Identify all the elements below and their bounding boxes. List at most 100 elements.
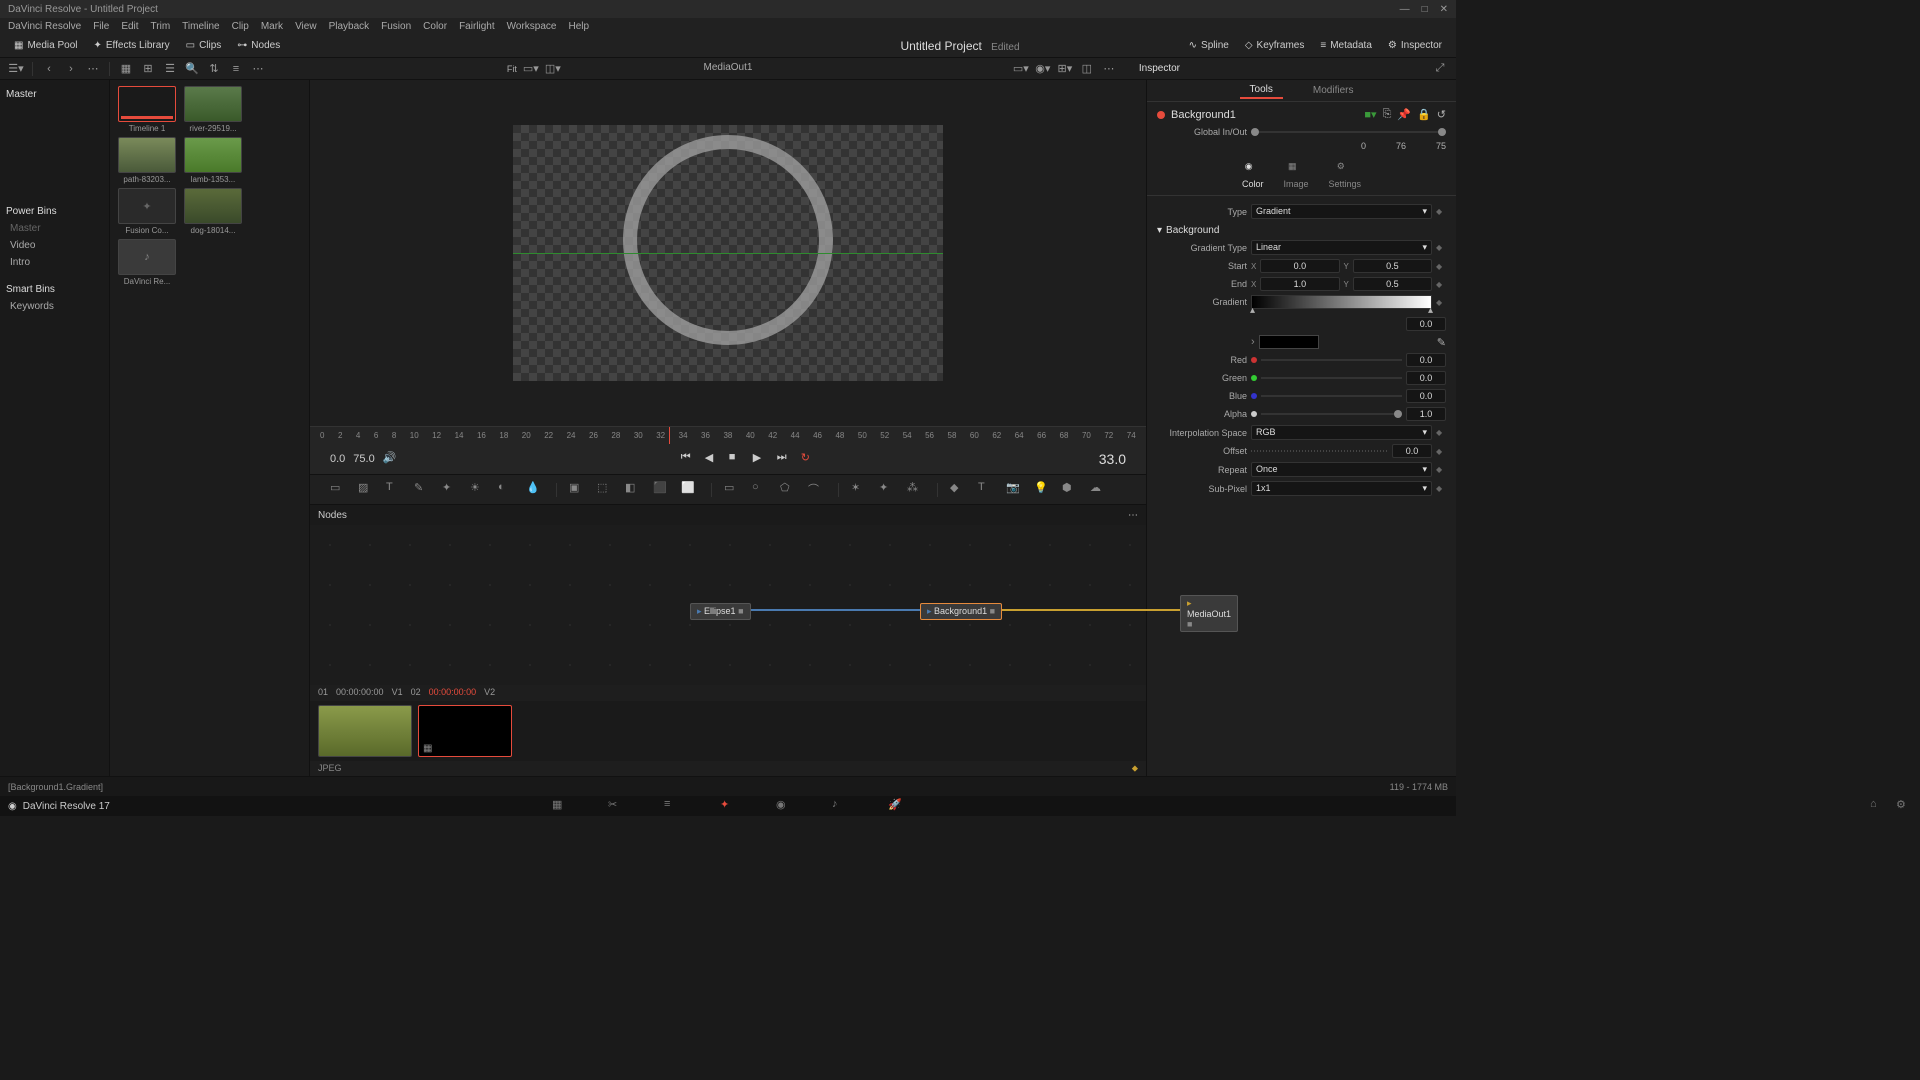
menu-clip[interactable]: Clip [232,21,249,32]
crop-tool-icon[interactable]: ⬜ [681,481,699,499]
global-inout-slider[interactable] [1251,131,1446,133]
keyframe-diamond-icon[interactable]: ◆ [1436,298,1446,307]
node-enable-icon[interactable]: ■▾ [1364,108,1376,121]
clip-path[interactable]: path-83203... [116,137,178,184]
viewer-dual-icon[interactable]: ◫ [1079,61,1095,77]
play-icon[interactable]: ▶ [753,451,769,467]
loop-icon[interactable]: ↻ [801,451,817,467]
green-slider[interactable] [1261,377,1402,379]
gradient-stop-left[interactable]: ▴ [1250,305,1255,316]
playhead[interactable] [669,427,670,444]
inspector-button[interactable]: ⚙ Inspector [1382,38,1448,53]
effects-library-button[interactable]: ✦ Effects Library [87,38,175,53]
color-swatch[interactable] [1259,335,1319,349]
ellipse-mask-icon[interactable]: ○ [752,481,770,499]
clip-river[interactable]: river-29519... [182,86,244,133]
blue-input[interactable]: 0.0 [1406,389,1446,403]
prender-tool-icon[interactable]: ✦ [879,481,897,499]
fusion-page-icon[interactable]: ✦ [720,798,736,814]
node-background1[interactable]: ▸ Background1 ■ [920,603,1002,620]
menu-edit[interactable]: Edit [121,21,138,32]
viewer-layout-icon[interactable]: ▭▾ [523,61,539,77]
paint-tool-icon[interactable]: ✎ [414,481,432,499]
menu-mark[interactable]: Mark [261,21,283,32]
nodes-button[interactable]: ⊶ Nodes [231,38,286,53]
fairlight-page-icon[interactable]: ♪ [832,798,848,814]
light3d-tool-icon[interactable]: 💡 [1034,481,1052,499]
brightness-tool-icon[interactable]: ☀ [470,481,488,499]
tracker-tool-icon[interactable]: ✦ [442,481,460,499]
cut-page-icon[interactable]: ✂ [608,798,624,814]
clips-button[interactable]: ▭ Clips [180,38,228,53]
filter-icon[interactable]: ≡ [228,61,244,77]
menu-help[interactable]: Help [568,21,589,32]
menu-color[interactable]: Color [423,21,447,32]
menu-timeline[interactable]: Timeline [182,21,219,32]
smart-bins-header[interactable]: Smart Bins [0,281,109,298]
tab-tools[interactable]: Tools [1240,82,1283,99]
stop-icon[interactable]: ■ [729,451,745,467]
green-input[interactable]: 0.0 [1406,371,1446,385]
clip-thumb-2[interactable]: ▦ [418,705,512,757]
gradient-pos-input[interactable]: 0.0 [1406,317,1446,331]
repeat-dropdown[interactable]: Once ▾ [1251,462,1432,477]
red-slider[interactable] [1261,359,1402,361]
subpixel-dropdown[interactable]: 1x1 ▾ [1251,481,1432,496]
media-page-icon[interactable]: ▦ [552,798,568,814]
gradient-guide-line[interactable] [513,253,943,254]
subtab-settings[interactable]: ⚙Settings [1329,161,1362,189]
viewer-menu-icon[interactable]: ⋯ [1101,61,1117,77]
step-back-icon[interactable]: ◀ [705,451,721,467]
menu-fusion[interactable]: Fusion [381,21,411,32]
keyframes-button[interactable]: ◇ Keyframes [1239,38,1311,53]
merge3d-tool-icon[interactable]: ☁ [1090,481,1108,499]
power-bins-header[interactable]: Power Bins [0,203,109,220]
gradient-stop-right[interactable]: ▴ [1428,305,1433,316]
text3d-tool-icon[interactable]: T [978,481,996,499]
bin-keywords[interactable]: Keywords [0,298,109,315]
keyframe-diamond-icon[interactable]: ◆ [1436,243,1446,252]
nav-forward-icon[interactable]: › [63,61,79,77]
viewer-single-icon[interactable]: ▭▾ [1013,61,1029,77]
viewer-split-icon[interactable]: ◫▾ [545,61,561,77]
alpha-input[interactable]: 1.0 [1406,407,1446,421]
nodes-graph[interactable]: ▸ Ellipse1 ■ ▸ Background1 ■ ▸ MediaOut1… [310,525,1146,685]
menu-davinci[interactable]: DaVinci Resolve [8,21,81,32]
end-x-input[interactable]: 1.0 [1260,277,1339,291]
bin-master[interactable]: Master [0,220,109,237]
viewer-grid-icon[interactable]: ⊞▾ [1057,61,1073,77]
last-frame-icon[interactable]: ⏭ [777,451,793,467]
keyframe-diamond-icon[interactable]: ◆ [1436,280,1446,289]
gradient-type-dropdown[interactable]: Linear ▾ [1251,240,1432,255]
menu-playback[interactable]: Playback [329,21,370,32]
gradient-editor[interactable]: ▴ ▴ [1251,295,1432,309]
deliver-page-icon[interactable]: 🚀 [888,798,904,814]
shape3d-tool-icon[interactable]: ◆ [950,481,968,499]
eyedropper-icon[interactable]: ✎ [1437,336,1446,349]
text-tool-icon[interactable]: T [386,481,404,499]
clip-thumb-1[interactable] [318,705,412,757]
timeline-ruler[interactable]: 0246810121416182022242628303234363840424… [310,426,1146,444]
blue-slider[interactable] [1261,395,1402,397]
node-lock-icon[interactable]: 🔒 [1417,108,1431,121]
bin-video[interactable]: Video [0,237,109,254]
nav-back-icon[interactable]: ‹ [41,61,57,77]
keyframe-diamond-icon[interactable]: ◆ [1436,447,1446,456]
list-dropdown-icon[interactable]: ☰▾ [8,61,24,77]
speaker-icon[interactable]: 🔊 [383,451,399,467]
keyframe-diamond-icon[interactable]: ◆ [1436,207,1446,216]
end-y-input[interactable]: 0.5 [1353,277,1432,291]
background-section[interactable]: ▾ Background [1157,225,1446,236]
menu-trim[interactable]: Trim [151,21,171,32]
close-icon[interactable]: ✕ [1440,4,1448,15]
media-pool-button[interactable]: ▦ Media Pool [8,38,83,53]
more-icon[interactable]: ⋯ [85,61,101,77]
offset-input[interactable]: 0.0 [1392,444,1432,458]
sort-icon[interactable]: ⇅ [206,61,222,77]
color-page-icon[interactable]: ◉ [776,798,792,814]
clip-timeline1[interactable]: Timeline 1 [116,86,178,133]
minimize-icon[interactable]: — [1400,4,1410,15]
menu-fairlight[interactable]: Fairlight [459,21,495,32]
bin-intro[interactable]: Intro [0,254,109,271]
menu-file[interactable]: File [93,21,109,32]
